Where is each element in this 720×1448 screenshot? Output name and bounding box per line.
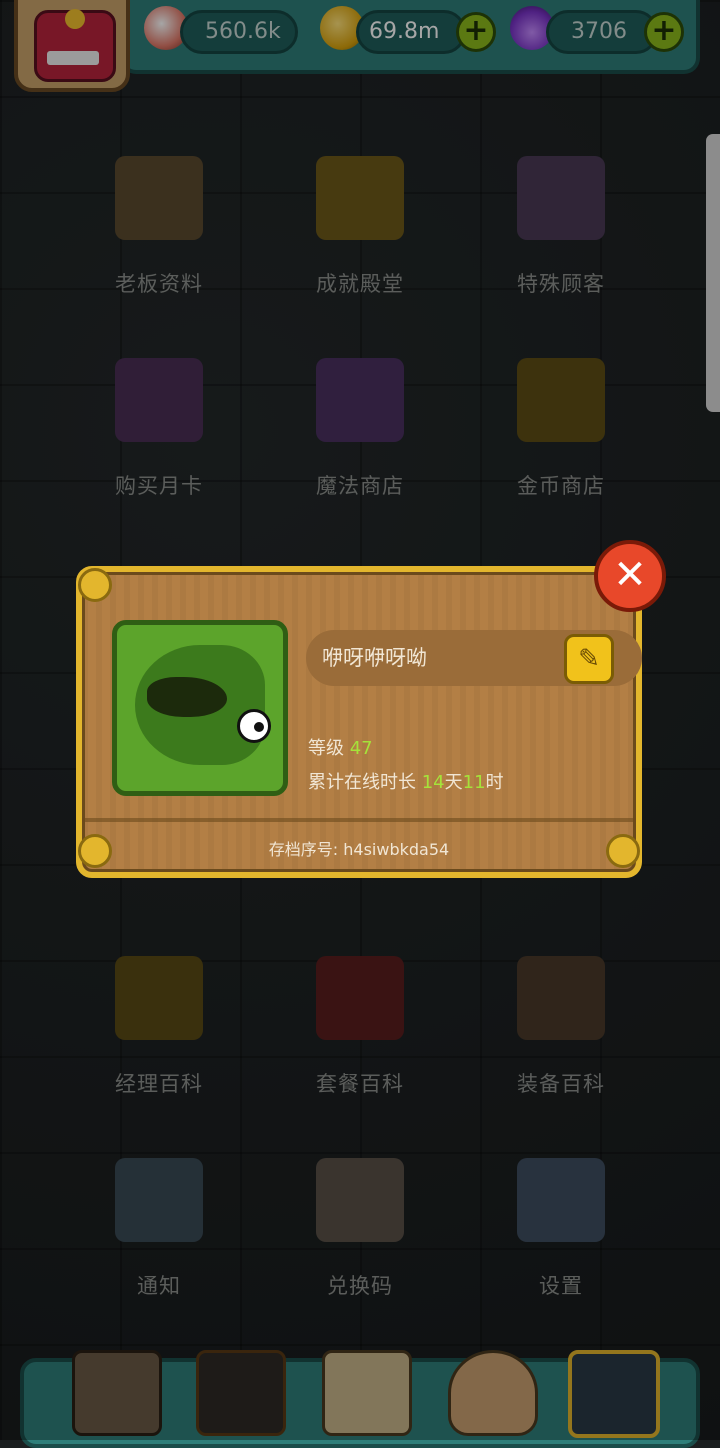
player-profile-dialog: 咿呀咿呀呦 ✎ 等级 47 累计在线时长 14天11时 存档序号: h4siwb… bbox=[76, 566, 642, 878]
level-row: 等级 47 bbox=[308, 734, 373, 760]
level-value: 47 bbox=[349, 738, 373, 759]
corner-ornament-icon bbox=[78, 568, 112, 602]
days-unit: 天 bbox=[444, 772, 463, 793]
monster-mouth bbox=[147, 677, 227, 717]
level-label: 等级 bbox=[308, 738, 350, 759]
edit-name-button[interactable]: ✎ bbox=[564, 634, 614, 684]
player-name: 咿呀咿呀呦 bbox=[322, 646, 427, 670]
close-icon: ✕ bbox=[613, 552, 647, 598]
monster-eye bbox=[237, 709, 271, 743]
online-time-row: 累计在线时长 14天11时 bbox=[308, 768, 504, 794]
save-id-text: 存档序号: h4siwbkda54 bbox=[268, 840, 450, 859]
online-time-label: 累计在线时长 bbox=[308, 772, 422, 793]
player-portrait bbox=[112, 620, 288, 796]
close-button[interactable]: ✕ bbox=[594, 540, 666, 612]
divider bbox=[82, 818, 636, 822]
pencil-icon: ✎ bbox=[578, 644, 600, 674]
hours-unit: 时 bbox=[485, 772, 504, 793]
online-days: 14 bbox=[421, 772, 445, 793]
online-hours: 11 bbox=[462, 772, 486, 793]
